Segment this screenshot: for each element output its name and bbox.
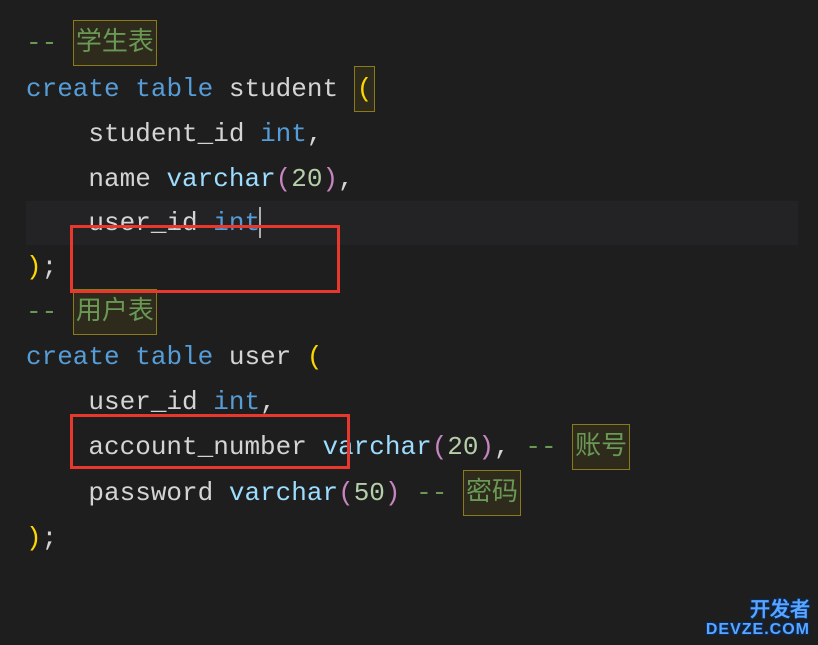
col-student-id: student_id [88, 119, 244, 149]
watermark-line2: DEVZE.COM [706, 621, 810, 639]
kw-create: create [26, 342, 120, 372]
size-50: 50 [354, 478, 385, 508]
col-user-id: user_id [88, 208, 197, 238]
code-editor[interactable]: -- 学生表 create table student ( student_id… [26, 20, 798, 560]
type-varchar: varchar [166, 164, 275, 194]
type-int: int [213, 208, 260, 238]
code-line-4[interactable]: name varchar(20), [26, 157, 798, 201]
text-cursor [259, 207, 261, 238]
comment-text-hl: 用户表 [73, 289, 157, 335]
type-varchar: varchar [322, 432, 431, 462]
comma: , [338, 164, 354, 194]
code-line-2[interactable]: create table student ( [26, 66, 798, 112]
col-name: name [88, 164, 150, 194]
paren-open: ( [432, 432, 448, 462]
paren-close: ) [26, 523, 42, 553]
comment-text-hl: 账号 [572, 424, 630, 470]
comment-dashes: -- [510, 432, 572, 462]
comment-text-hl: 密码 [463, 470, 521, 516]
paren-close: ) [479, 432, 495, 462]
paren-open-hl: ( [354, 66, 376, 112]
code-line-9[interactable]: user_id int, [26, 380, 798, 424]
col-user-id: user_id [88, 387, 197, 417]
paren-open: ( [338, 478, 354, 508]
kw-create: create [26, 74, 120, 104]
type-int: int [260, 119, 307, 149]
paren-open: ( [307, 342, 323, 372]
comment-dashes: -- [26, 28, 73, 58]
paren-close: ) [385, 478, 401, 508]
semicolon: ; [42, 252, 58, 282]
kw-table: table [135, 342, 213, 372]
size-20: 20 [291, 164, 322, 194]
watermark-line1: 开发者 [706, 599, 810, 621]
comma: , [260, 387, 276, 417]
size-20: 20 [447, 432, 478, 462]
code-line-7[interactable]: -- 用户表 [26, 289, 798, 335]
comment-dashes: -- [26, 297, 73, 327]
code-line-1[interactable]: -- 学生表 [26, 20, 798, 66]
comma: , [307, 119, 323, 149]
code-line-11[interactable]: password varchar(50) -- 密码 [26, 470, 798, 516]
code-line-6[interactable]: ); [26, 245, 798, 289]
table-name-user: user [229, 342, 291, 372]
paren-close: ) [323, 164, 339, 194]
comment-text-hl: 学生表 [73, 20, 157, 66]
code-line-10[interactable]: account_number varchar(20), -- 账号 [26, 424, 798, 470]
code-line-8[interactable]: create table user ( [26, 335, 798, 379]
col-account-number: account_number [88, 432, 306, 462]
paren-open: ( [276, 164, 292, 194]
comma: , [494, 432, 510, 462]
semicolon: ; [42, 523, 58, 553]
watermark: 开发者 DEVZE.COM [706, 599, 810, 639]
paren-close: ) [26, 252, 42, 282]
code-line-12[interactable]: ); [26, 516, 798, 560]
code-line-5[interactable]: user_id int [26, 201, 798, 245]
type-int: int [213, 387, 260, 417]
kw-table: table [135, 74, 213, 104]
code-line-3[interactable]: student_id int, [26, 112, 798, 156]
col-password: password [88, 478, 213, 508]
table-name-student: student [229, 74, 338, 104]
type-varchar: varchar [229, 478, 338, 508]
comment-dashes: -- [401, 478, 463, 508]
